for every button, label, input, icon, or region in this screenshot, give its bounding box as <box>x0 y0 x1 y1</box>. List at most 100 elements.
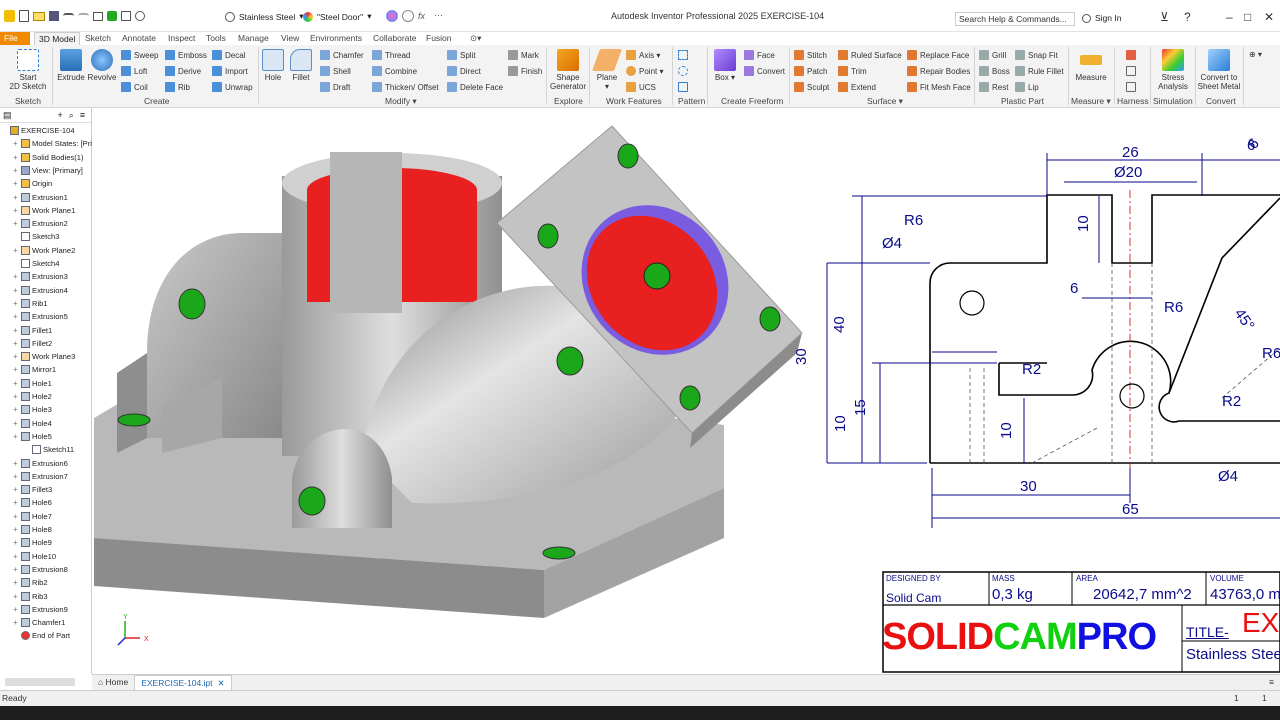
finish-button[interactable]: Finish <box>508 66 542 76</box>
convert-freeform-button[interactable]: Convert <box>744 66 785 76</box>
home-tab[interactable]: ⌂ Home <box>92 675 134 690</box>
measure-icon[interactable] <box>135 11 145 21</box>
sweep-button[interactable]: Sweep <box>121 50 158 60</box>
browser-node[interactable]: + Extrusion4 <box>13 285 68 295</box>
expand-icon[interactable]: + <box>13 339 21 348</box>
lip-button[interactable]: Lip <box>1015 82 1039 92</box>
sculpt-button[interactable]: Sculpt <box>794 82 829 92</box>
rib-button[interactable]: Rib <box>165 82 190 92</box>
select-icon[interactable] <box>121 11 131 21</box>
tab-tools[interactable]: Tools <box>202 32 230 45</box>
expand-icon[interactable]: + <box>13 219 21 228</box>
browser-node[interactable]: + Hole7 <box>13 511 52 521</box>
expand-icon[interactable]: + <box>13 512 21 521</box>
expand-icon[interactable]: + <box>13 206 21 215</box>
rule-fillet-button[interactable]: Rule Fillet <box>1015 66 1064 76</box>
expand-icon[interactable]: + <box>13 352 21 361</box>
new-file-icon[interactable] <box>19 10 29 22</box>
expand-icon[interactable]: + <box>13 432 21 441</box>
app-menu-icon[interactable] <box>4 10 15 22</box>
browser-node[interactable]: + Fillet1 <box>13 325 52 335</box>
browser-node[interactable]: + Extrusion9 <box>13 604 68 614</box>
expand-icon[interactable]: + <box>13 472 21 481</box>
expand-icon[interactable]: + <box>13 605 21 614</box>
browser-node[interactable]: + Hole10 <box>13 551 56 561</box>
appearance-combo[interactable]: "Steel Door" ▾ <box>303 9 371 24</box>
revolve-button[interactable]: Revolve <box>86 49 118 82</box>
browser-node[interactable]: + Rib2 <box>13 578 48 588</box>
expand-icon[interactable]: + <box>13 525 21 534</box>
expand-icon[interactable]: + <box>13 153 21 162</box>
tab-annotate[interactable]: Annotate <box>118 32 160 45</box>
expand-icon[interactable]: + <box>13 299 21 308</box>
browser-node[interactable]: + Hole3 <box>13 405 52 415</box>
search-icon[interactable]: ⌕ <box>69 110 74 121</box>
combine-button[interactable]: Combine <box>372 66 417 76</box>
convert-sheet-metal-button[interactable]: Convert to Sheet Metal <box>1197 49 1241 91</box>
rectangular-pattern-button[interactable] <box>678 50 691 60</box>
browser-node[interactable]: + Extrusion2 <box>13 219 68 229</box>
expand-icon[interactable]: + <box>13 286 21 295</box>
browser-node[interactable]: + Hole2 <box>13 392 52 401</box>
expand-icon[interactable]: + <box>13 552 21 561</box>
expand-icon[interactable]: + <box>13 392 21 401</box>
browser-node[interactable]: + Rib3 <box>13 591 48 601</box>
axis-button[interactable]: Axis ▾ <box>626 50 660 60</box>
circular-pattern-button[interactable] <box>678 66 691 76</box>
browser-node[interactable]: + Chamfer1 <box>13 618 65 628</box>
material-combo[interactable]: Stainless Steel ▾ <box>225 9 304 24</box>
sign-in-button[interactable]: Sign In <box>1082 13 1121 23</box>
decal-button[interactable]: Decal <box>212 50 245 60</box>
fit-mesh-face-button[interactable]: Fit Mesh Face <box>907 82 971 92</box>
minimize-button[interactable]: – <box>1226 10 1233 24</box>
rest-button[interactable]: Rest <box>979 82 1008 92</box>
browser-node[interactable]: Sketch3 <box>13 232 59 242</box>
harness-route-button[interactable] <box>1126 50 1139 60</box>
browser-node[interactable]: + Hole9 <box>13 538 52 548</box>
browser-node[interactable]: + Extrusion8 <box>13 564 68 574</box>
close-tab-icon[interactable]: ✕ <box>218 678 225 688</box>
expand-icon[interactable]: + <box>13 139 21 148</box>
snap-fit-button[interactable]: Snap Fit <box>1015 50 1058 60</box>
mark-button[interactable]: Mark <box>508 50 539 60</box>
tab-sketch[interactable]: Sketch <box>81 32 115 45</box>
browser-node[interactable]: + Hole5 <box>13 431 52 441</box>
browser-node[interactable]: + Extrusion5 <box>13 312 68 322</box>
tab-file[interactable]: File <box>0 32 30 45</box>
start-2d-sketch-button[interactable]: Start 2D Sketch <box>6 49 50 91</box>
expand-icon[interactable]: + <box>13 498 21 507</box>
import-button[interactable]: Import <box>212 66 248 76</box>
box-button[interactable]: Box ▾ <box>712 49 738 82</box>
shell-button[interactable]: Shell <box>320 66 351 76</box>
harness-wire-button[interactable] <box>1126 66 1139 76</box>
tab-list-menu[interactable]: ≡ <box>1263 675 1280 690</box>
stress-analysis-button[interactable]: Stress Analysis <box>1153 49 1193 91</box>
expand-icon[interactable]: + <box>13 538 21 547</box>
save-icon[interactable] <box>49 11 59 21</box>
open-icon[interactable] <box>33 11 45 21</box>
redo-icon[interactable] <box>78 13 89 19</box>
grill-button[interactable]: Grill <box>979 50 1006 60</box>
browser-node[interactable]: + Solid Bodies(1) <box>13 152 84 162</box>
browser-node[interactable]: + Hole4 <box>13 418 52 428</box>
browser-node[interactable]: + Hole1 <box>13 378 52 388</box>
adjust-appearance-icon[interactable] <box>386 10 398 22</box>
tab-inspect[interactable]: Inspect <box>164 32 199 45</box>
chamfer-button[interactable]: Chamfer <box>320 50 364 60</box>
split-button[interactable]: Split <box>447 50 476 60</box>
point-button[interactable]: Point ▾ <box>626 66 663 76</box>
repair-bodies-button[interactable]: Repair Bodies <box>907 66 970 76</box>
unwrap-button[interactable]: Unwrap <box>212 82 253 92</box>
browser-node[interactable]: + Extrusion7 <box>13 471 68 481</box>
emboss-button[interactable]: Emboss <box>165 50 207 60</box>
ribbon-options-icon[interactable]: ⊙▾ <box>466 32 485 45</box>
replace-face-button[interactable]: Replace Face <box>907 50 969 60</box>
browser-node[interactable]: + Extrusion3 <box>13 272 68 282</box>
tab-collaborate[interactable]: Collaborate <box>369 32 420 45</box>
extrude-button[interactable]: Extrude <box>56 49 86 82</box>
browser-node[interactable]: + View: [Primary] <box>13 165 83 175</box>
browser-node[interactable]: + Hole8 <box>13 525 52 534</box>
ruled-surface-button[interactable]: Ruled Surface <box>838 50 902 60</box>
browser-node[interactable]: + Extrusion1 <box>13 192 68 202</box>
browser-node[interactable]: + Work Plane3 <box>13 352 75 362</box>
